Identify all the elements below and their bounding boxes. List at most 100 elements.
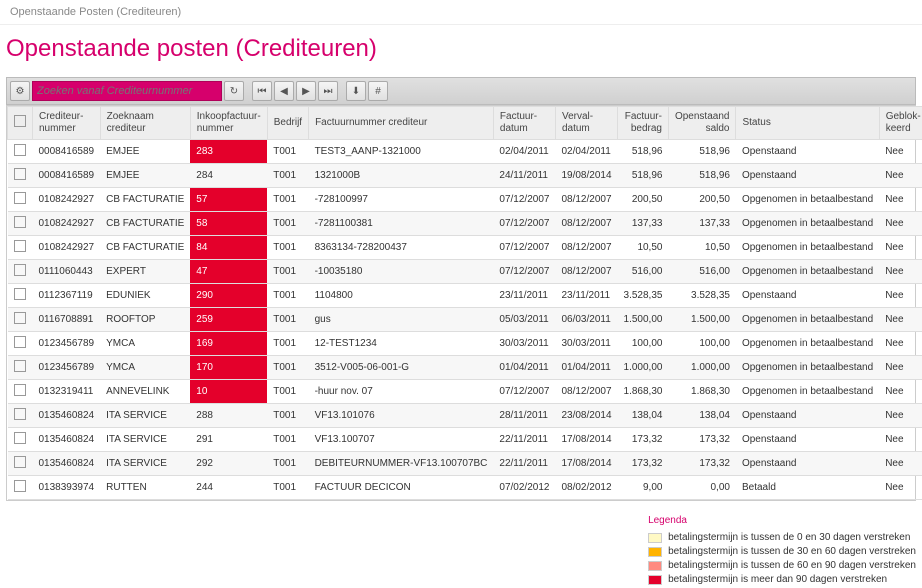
col-zoeknaam[interactable]: Zoeknaam crediteur bbox=[100, 107, 190, 140]
col-factuurbedrag[interactable]: Factuur- bedrag bbox=[618, 107, 669, 140]
col-crediteurnummer[interactable]: Crediteur- nummer bbox=[33, 107, 101, 140]
cell-vervaldatum: 23/08/2014 bbox=[555, 404, 617, 428]
cell-geblokkeerd: Nee bbox=[879, 380, 922, 404]
cell-geblokkeerd: Nee bbox=[879, 260, 922, 284]
row-checkbox[interactable] bbox=[8, 212, 33, 236]
col-bedrijf[interactable]: Bedrijf bbox=[267, 107, 308, 140]
row-checkbox[interactable] bbox=[8, 260, 33, 284]
cell-geblokkeerd: Nee bbox=[879, 212, 922, 236]
cell-openstaandsaldo: 173,32 bbox=[668, 428, 736, 452]
cell-bedrijf: T001 bbox=[267, 380, 308, 404]
col-geblokkeerd[interactable]: Geblok- keerd bbox=[879, 107, 922, 140]
row-checkbox[interactable] bbox=[8, 452, 33, 476]
cell-openstaandsaldo: 173,32 bbox=[668, 452, 736, 476]
cell-factuurbedrag: 200,50 bbox=[618, 188, 669, 212]
cell-zoeknaam: EDUNIEK bbox=[100, 284, 190, 308]
cell-crediteurnummer: 0123456789 bbox=[33, 332, 101, 356]
table-row[interactable]: 0112367119EDUNIEK290T001110480023/11/201… bbox=[8, 284, 922, 308]
cell-factuurdatum: 05/03/2011 bbox=[493, 308, 555, 332]
cell-bedrijf: T001 bbox=[267, 332, 308, 356]
table-row[interactable]: 0008416589EMJEE284T0011321000B24/11/2011… bbox=[8, 164, 922, 188]
cell-status: Betaald bbox=[736, 476, 879, 500]
col-vervaldatum[interactable]: Verval- datum bbox=[555, 107, 617, 140]
cell-zoeknaam: CB FACTURATIE bbox=[100, 188, 190, 212]
row-checkbox[interactable] bbox=[8, 332, 33, 356]
col-factuurnummer[interactable]: Factuurnummer crediteur bbox=[309, 107, 494, 140]
row-checkbox[interactable] bbox=[8, 428, 33, 452]
row-checkbox[interactable] bbox=[8, 284, 33, 308]
cell-vervaldatum: 08/12/2007 bbox=[555, 212, 617, 236]
cell-bedrijf: T001 bbox=[267, 476, 308, 500]
legend-item: betalingstermijn is tussen de 60 en 90 d… bbox=[648, 560, 916, 571]
cell-geblokkeerd: Nee bbox=[879, 356, 922, 380]
cell-zoeknaam: ITA SERVICE bbox=[100, 428, 190, 452]
nav-first-button[interactable]: ⏮ bbox=[252, 81, 272, 101]
cell-bedrijf: T001 bbox=[267, 428, 308, 452]
row-checkbox[interactable] bbox=[8, 404, 33, 428]
refresh-button[interactable]: ↻ bbox=[224, 81, 244, 101]
cell-zoeknaam: ITA SERVICE bbox=[100, 404, 190, 428]
cell-crediteurnummer: 0135460824 bbox=[33, 428, 101, 452]
cell-vervaldatum: 02/04/2011 bbox=[555, 140, 617, 164]
cell-factuurbedrag: 138,04 bbox=[618, 404, 669, 428]
cell-inkoopfactuur: 57 bbox=[190, 188, 267, 212]
cell-factuurdatum: 07/12/2007 bbox=[493, 380, 555, 404]
table-row[interactable]: 0138393974RUTTEN244T001FACTUUR DECICON07… bbox=[8, 476, 922, 500]
row-checkbox[interactable] bbox=[8, 236, 33, 260]
col-inkoopfactuur[interactable]: Inkoopfactuur- nummer bbox=[190, 107, 267, 140]
cell-factuurbedrag: 9,00 bbox=[618, 476, 669, 500]
table-row[interactable]: 0108242927CB FACTURATIE84T0018363134-728… bbox=[8, 236, 922, 260]
row-checkbox[interactable] bbox=[8, 356, 33, 380]
row-checkbox[interactable] bbox=[8, 188, 33, 212]
cell-factuurbedrag: 516,00 bbox=[618, 260, 669, 284]
cell-inkoopfactuur: 284 bbox=[190, 164, 267, 188]
cell-vervaldatum: 17/08/2014 bbox=[555, 428, 617, 452]
table-row[interactable]: 0132319411ANNEVELINK10T001-huur nov. 070… bbox=[8, 380, 922, 404]
cell-status: Opgenomen in betaalbestand bbox=[736, 260, 879, 284]
table-row[interactable]: 0008416589EMJEE283T001TEST3_AANP-1321000… bbox=[8, 140, 922, 164]
cell-vervaldatum: 17/08/2014 bbox=[555, 452, 617, 476]
header-checkbox[interactable] bbox=[8, 107, 33, 140]
row-checkbox[interactable] bbox=[8, 140, 33, 164]
table-row[interactable]: 0135460824ITA SERVICE291T001VF13.1007072… bbox=[8, 428, 922, 452]
col-factuurdatum[interactable]: Factuur- datum bbox=[493, 107, 555, 140]
cell-factuurnummer: gus bbox=[309, 308, 494, 332]
cell-crediteurnummer: 0135460824 bbox=[33, 404, 101, 428]
row-checkbox[interactable] bbox=[8, 164, 33, 188]
nav-last-button[interactable]: ⏭ bbox=[318, 81, 338, 101]
cell-zoeknaam: YMCA bbox=[100, 356, 190, 380]
cell-vervaldatum: 06/03/2011 bbox=[555, 308, 617, 332]
col-openstaandsaldo[interactable]: Openstaand saldo bbox=[668, 107, 736, 140]
cell-zoeknaam: ANNEVELINK bbox=[100, 380, 190, 404]
cell-factuurdatum: 07/02/2012 bbox=[493, 476, 555, 500]
cell-crediteurnummer: 0132319411 bbox=[33, 380, 101, 404]
table-row[interactable]: 0116708891ROOFTOP259T001gus05/03/201106/… bbox=[8, 308, 922, 332]
cell-status: Opgenomen in betaalbestand bbox=[736, 236, 879, 260]
cell-factuurnummer: 3512-V005-06-001-G bbox=[309, 356, 494, 380]
table-row[interactable]: 0108242927CB FACTURATIE58T001-7281100381… bbox=[8, 212, 922, 236]
table-row[interactable]: 0123456789YMCA169T00112-TEST123430/03/20… bbox=[8, 332, 922, 356]
row-checkbox[interactable] bbox=[8, 308, 33, 332]
row-checkbox[interactable] bbox=[8, 476, 33, 500]
table-row[interactable]: 0111060443EXPERT47T001-1003518007/12/200… bbox=[8, 260, 922, 284]
hash-button[interactable]: # bbox=[368, 81, 388, 101]
cell-geblokkeerd: Nee bbox=[879, 164, 922, 188]
export-button[interactable]: ⬇ bbox=[346, 81, 366, 101]
cell-status: Openstaand bbox=[736, 404, 879, 428]
cell-factuurbedrag: 1.868,30 bbox=[618, 380, 669, 404]
table-row[interactable]: 0123456789YMCA170T0013512-V005-06-001-G0… bbox=[8, 356, 922, 380]
nav-next-button[interactable]: ▶ bbox=[296, 81, 316, 101]
table-row[interactable]: 0135460824ITA SERVICE288T001VF13.1010762… bbox=[8, 404, 922, 428]
cell-vervaldatum: 23/11/2011 bbox=[555, 284, 617, 308]
row-checkbox[interactable] bbox=[8, 380, 33, 404]
settings-button[interactable]: ⚙ bbox=[10, 81, 30, 101]
table-row[interactable]: 0108242927CB FACTURATIE57T001-7281009970… bbox=[8, 188, 922, 212]
cell-factuurbedrag: 1.500,00 bbox=[618, 308, 669, 332]
table-row[interactable]: 0135460824ITA SERVICE292T001DEBITEURNUMM… bbox=[8, 452, 922, 476]
cell-zoeknaam: ITA SERVICE bbox=[100, 452, 190, 476]
col-status[interactable]: Status bbox=[736, 107, 879, 140]
search-input[interactable] bbox=[32, 81, 222, 101]
nav-prev-button[interactable]: ◀ bbox=[274, 81, 294, 101]
cell-zoeknaam: EMJEE bbox=[100, 140, 190, 164]
cell-bedrijf: T001 bbox=[267, 164, 308, 188]
